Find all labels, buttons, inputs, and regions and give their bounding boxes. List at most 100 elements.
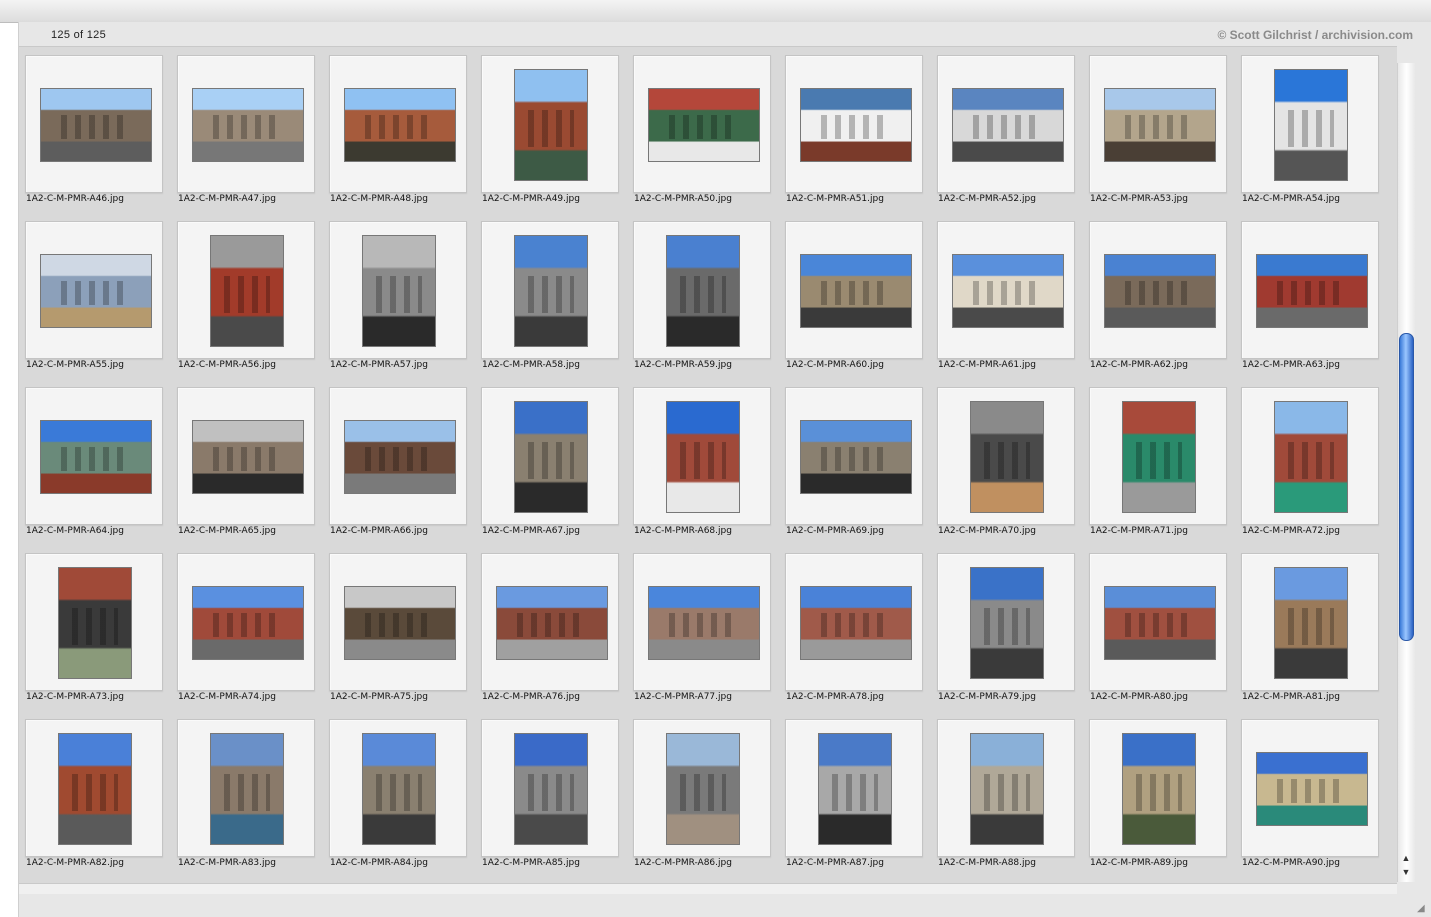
thumbnail-cell[interactable]: 1A2-C-M-PMR-A79.jpg [931, 545, 1075, 705]
thumbnail-image[interactable] [1122, 733, 1196, 845]
thumbnail-image[interactable] [970, 567, 1044, 679]
thumbnail-image[interactable] [344, 420, 456, 494]
thumbnail-image[interactable] [40, 254, 152, 328]
thumbnail-frame[interactable] [329, 221, 467, 359]
thumbnail-cell[interactable]: 1A2-C-M-PMR-A90.jpg [1235, 711, 1379, 871]
scrollbar-thumb[interactable] [1399, 333, 1414, 641]
thumbnail-cell[interactable]: 1A2-C-M-PMR-A58.jpg [475, 213, 619, 373]
thumbnail-cell[interactable]: 1A2-C-M-PMR-A73.jpg [19, 545, 163, 705]
thumbnail-image[interactable] [192, 420, 304, 494]
thumbnail-image[interactable] [362, 733, 436, 845]
thumbnail-image[interactable] [58, 567, 132, 679]
thumbnail-image[interactable] [1274, 69, 1348, 181]
thumbnail-cell[interactable]: 1A2-C-M-PMR-A88.jpg [931, 711, 1075, 871]
thumbnail-frame[interactable] [329, 553, 467, 691]
thumbnail-frame[interactable] [1089, 387, 1227, 525]
thumbnail-cell[interactable]: 1A2-C-M-PMR-A64.jpg [19, 379, 163, 539]
thumbnail-frame[interactable] [1089, 221, 1227, 359]
thumbnail-cell[interactable]: 1A2-C-M-PMR-A52.jpg [931, 47, 1075, 207]
thumbnail-image[interactable] [970, 733, 1044, 845]
thumbnail-cell[interactable]: 1A2-C-M-PMR-A61.jpg [931, 213, 1075, 373]
thumbnail-frame[interactable] [329, 387, 467, 525]
thumbnail-frame[interactable] [25, 387, 163, 525]
thumbnail-frame[interactable] [1089, 553, 1227, 691]
thumbnail-image[interactable] [648, 88, 760, 162]
thumbnail-frame[interactable] [633, 387, 771, 525]
thumbnail-cell[interactable]: 1A2-C-M-PMR-A70.jpg [931, 379, 1075, 539]
thumbnail-frame[interactable] [481, 719, 619, 857]
thumbnail-image[interactable] [344, 88, 456, 162]
thumbnail-image[interactable] [210, 235, 284, 347]
thumbnail-cell[interactable]: 1A2-C-M-PMR-A77.jpg [627, 545, 771, 705]
thumbnail-image[interactable] [40, 88, 152, 162]
thumbnail-frame[interactable] [481, 55, 619, 193]
thumbnail-frame[interactable] [1241, 553, 1379, 691]
thumbnail-frame[interactable] [633, 55, 771, 193]
thumbnail-frame[interactable] [937, 55, 1075, 193]
thumbnail-cell[interactable]: 1A2-C-M-PMR-A76.jpg [475, 545, 619, 705]
thumbnail-frame[interactable] [25, 719, 163, 857]
thumbnail-cell[interactable]: 1A2-C-M-PMR-A55.jpg [19, 213, 163, 373]
thumbnail-cell[interactable]: 1A2-C-M-PMR-A62.jpg [1083, 213, 1227, 373]
thumbnail-cell[interactable]: 1A2-C-M-PMR-A54.jpg [1235, 47, 1379, 207]
thumbnail-frame[interactable] [1241, 387, 1379, 525]
thumbnail-cell[interactable]: 1A2-C-M-PMR-A82.jpg [19, 711, 163, 871]
thumbnail-frame[interactable] [329, 719, 467, 857]
thumbnail-cell[interactable]: 1A2-C-M-PMR-A49.jpg [475, 47, 619, 207]
thumbnail-image[interactable] [344, 586, 456, 660]
thumbnail-frame[interactable] [177, 387, 315, 525]
thumbnail-image[interactable] [496, 586, 608, 660]
thumbnail-image[interactable] [362, 235, 436, 347]
thumbnail-cell[interactable]: 1A2-C-M-PMR-A65.jpg [171, 379, 315, 539]
thumbnail-frame[interactable] [785, 221, 923, 359]
thumbnail-frame[interactable] [785, 719, 923, 857]
thumbnail-cell[interactable]: 1A2-C-M-PMR-A86.jpg [627, 711, 771, 871]
thumbnail-cell[interactable]: 1A2-C-M-PMR-A66.jpg [323, 379, 467, 539]
thumbnail-cell[interactable]: 1A2-C-M-PMR-A84.jpg [323, 711, 467, 871]
thumbnail-cell[interactable]: 1A2-C-M-PMR-A72.jpg [1235, 379, 1379, 539]
thumbnail-cell[interactable]: 1A2-C-M-PMR-A80.jpg [1083, 545, 1227, 705]
thumbnail-image[interactable] [1104, 586, 1216, 660]
thumbnail-frame[interactable] [177, 55, 315, 193]
thumbnail-frame[interactable] [177, 553, 315, 691]
thumbnail-frame[interactable] [481, 387, 619, 525]
thumbnail-cell[interactable]: 1A2-C-M-PMR-A60.jpg [779, 213, 923, 373]
thumbnail-image[interactable] [800, 254, 912, 328]
thumbnail-image[interactable] [1104, 254, 1216, 328]
thumbnail-frame[interactable] [937, 553, 1075, 691]
thumbnail-cell[interactable]: 1A2-C-M-PMR-A56.jpg [171, 213, 315, 373]
thumbnail-frame[interactable] [937, 221, 1075, 359]
thumbnail-frame[interactable] [633, 719, 771, 857]
thumbnail-cell[interactable]: 1A2-C-M-PMR-A74.jpg [171, 545, 315, 705]
scroll-up-arrow-icon[interactable]: ▲ [1399, 852, 1413, 864]
thumbnail-image[interactable] [192, 88, 304, 162]
thumbnail-cell[interactable]: 1A2-C-M-PMR-A68.jpg [627, 379, 771, 539]
thumbnail-frame[interactable] [25, 553, 163, 691]
thumbnail-frame[interactable] [633, 553, 771, 691]
thumbnail-cell[interactable]: 1A2-C-M-PMR-A71.jpg [1083, 379, 1227, 539]
thumbnail-cell[interactable]: 1A2-C-M-PMR-A50.jpg [627, 47, 771, 207]
thumbnail-frame[interactable] [481, 221, 619, 359]
scroll-down-arrow-icon[interactable]: ▼ [1399, 866, 1413, 878]
thumbnail-cell[interactable]: 1A2-C-M-PMR-A78.jpg [779, 545, 923, 705]
thumbnail-image[interactable] [666, 401, 740, 513]
thumbnail-frame[interactable] [785, 55, 923, 193]
thumbnail-cell[interactable]: 1A2-C-M-PMR-A85.jpg [475, 711, 619, 871]
thumbnail-image[interactable] [514, 235, 588, 347]
thumbnail-cell[interactable]: 1A2-C-M-PMR-A59.jpg [627, 213, 771, 373]
thumbnail-frame[interactable] [1089, 55, 1227, 193]
thumbnail-cell[interactable]: 1A2-C-M-PMR-A89.jpg [1083, 711, 1227, 871]
resize-grip-icon[interactable]: ◢ [1417, 903, 1429, 915]
thumbnail-cell[interactable]: 1A2-C-M-PMR-A46.jpg [19, 47, 163, 207]
thumbnail-cell[interactable]: 1A2-C-M-PMR-A57.jpg [323, 213, 467, 373]
thumbnail-frame[interactable] [177, 221, 315, 359]
thumbnail-frame[interactable] [1089, 719, 1227, 857]
thumbnail-image[interactable] [40, 420, 152, 494]
thumbnail-cell[interactable]: 1A2-C-M-PMR-A83.jpg [171, 711, 315, 871]
thumbnail-frame[interactable] [785, 553, 923, 691]
thumbnail-image[interactable] [1274, 567, 1348, 679]
thumbnail-image[interactable] [952, 88, 1064, 162]
thumbnail-image[interactable] [1256, 752, 1368, 826]
thumbnail-frame[interactable] [329, 55, 467, 193]
thumbnail-image[interactable] [666, 733, 740, 845]
